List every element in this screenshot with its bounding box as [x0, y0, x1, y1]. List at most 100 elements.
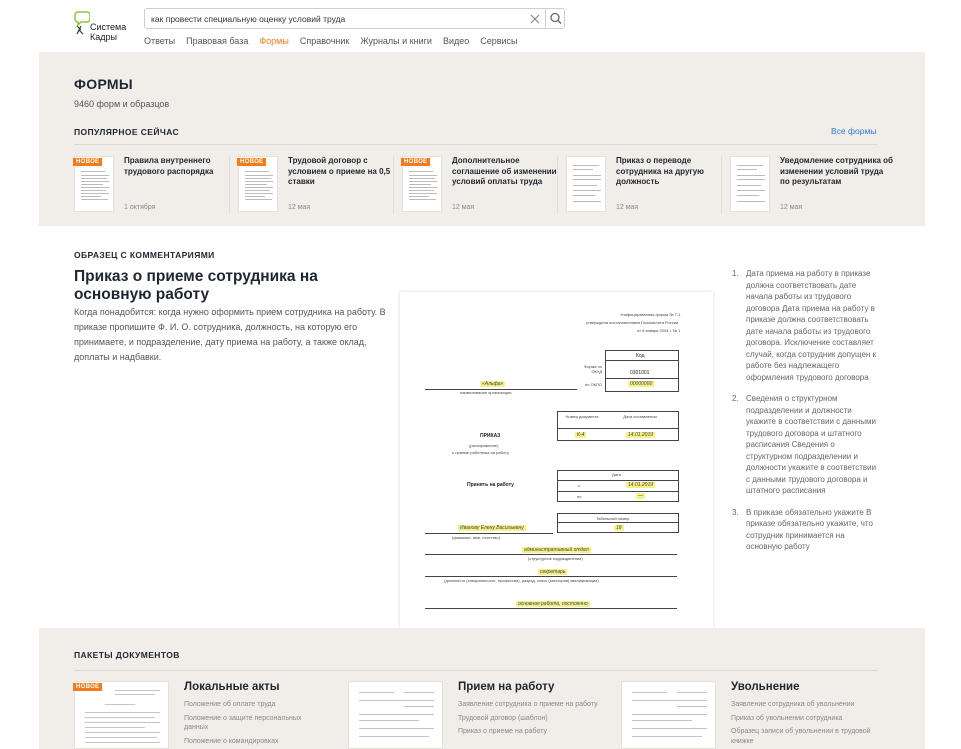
- packet-doc-link[interactable]: Положение о командировках: [184, 737, 324, 747]
- comment-text: В приказе обязательно укажите В приказе …: [746, 507, 873, 552]
- sample-label: ОБРАЗЕЦ С КОММЕНТАРИЯМИ: [74, 250, 215, 260]
- packet-doc-link[interactable]: Заявление сотрудника об увольнении: [731, 700, 871, 710]
- form-card[interactable]: НОВОЕ Правила внутреннего трудового расп…: [73, 156, 234, 214]
- org-caption: наименование организации: [460, 390, 512, 395]
- all-forms-link[interactable]: Все формы: [831, 126, 876, 136]
- to-label: по: [577, 494, 582, 499]
- logo-line-2: Кадры: [90, 32, 117, 42]
- divider: [74, 670, 877, 671]
- packet-doc-link[interactable]: Приказ о приеме на работу: [458, 727, 598, 737]
- tab-label: Табельный номер: [596, 516, 630, 521]
- packet-card[interactable]: Увольнение Заявление сотрудника об уволь…: [621, 681, 881, 749]
- form-line: [425, 576, 677, 577]
- packets-label: ПАКЕТЫ ДОКУМЕНТОВ: [74, 650, 180, 660]
- form-card[interactable]: НОВОЕ Трудовой договор с условием о прие…: [237, 156, 398, 214]
- nav-item-reference[interactable]: Справочник: [300, 35, 350, 49]
- search-button[interactable]: [545, 9, 565, 28]
- comment-text: Дата приема на работу в приказе должна с…: [746, 269, 877, 382]
- work-type: основная работа, постоянно: [516, 601, 590, 607]
- sample-title[interactable]: Приказ о приеме сотрудника на основную р…: [74, 268, 374, 304]
- nav-item-video[interactable]: Видео: [443, 35, 469, 49]
- logo[interactable]: Система Кадры: [74, 10, 134, 44]
- table-line: [557, 480, 679, 481]
- order-about: о приеме работника на работу: [452, 450, 509, 455]
- sample-description: Когда понадобится: когда нужно оформить …: [74, 307, 386, 362]
- doc-header-line: Унифицированная форма № Т-1: [620, 312, 681, 317]
- position: секретарь: [538, 569, 568, 575]
- doc-header-line: от 5 января 2004 г. № 1: [637, 328, 681, 333]
- comment-item: 3. В приказе обязательно укажите В прика…: [732, 507, 882, 553]
- table-line: [605, 360, 679, 361]
- packet-title[interactable]: Локальные акты: [184, 681, 280, 693]
- date-label: Дата: [612, 472, 621, 477]
- form-card[interactable]: Приказ о переводе сотрудника на другую д…: [566, 156, 726, 214]
- form-thumbnail: [730, 156, 770, 212]
- form-card-title[interactable]: Дополнительное соглашение об изменении у…: [452, 156, 567, 188]
- form-line: [425, 608, 677, 609]
- divider: [721, 156, 722, 214]
- packet-doc-link[interactable]: Образец записи об увольнении в трудовой …: [731, 727, 871, 746]
- page-title: ФОРМЫ: [74, 76, 133, 92]
- comment-text: Сведения о структурном подразделении и д…: [746, 394, 877, 495]
- close-icon[interactable]: [528, 12, 542, 26]
- comment-item: 1. Дата приема на работу в приказе должн…: [732, 268, 882, 383]
- comment-number: 2.: [732, 394, 739, 403]
- from-label: с: [578, 483, 580, 488]
- table-line: [557, 428, 679, 429]
- doc-date-label: Дата составления: [623, 414, 657, 419]
- packet-doc-link[interactable]: Положение об оплате труда: [184, 700, 324, 710]
- doc-date: 14.01.2019: [626, 432, 656, 438]
- packet-card[interactable]: Прием на работу Заявление сотрудника о п…: [348, 681, 608, 749]
- packet-title[interactable]: Увольнение: [731, 681, 800, 693]
- comment-number: 3.: [732, 507, 739, 517]
- doc-number-label: Номер документа: [565, 414, 599, 419]
- nav-item-answers[interactable]: Ответы: [144, 35, 175, 49]
- document-preview[interactable]: Унифицированная форма № Т-1 утверждена п…: [400, 292, 713, 628]
- form-card[interactable]: Уведомление сотрудника об изменении усло…: [730, 156, 893, 214]
- new-badge: НОВОЕ: [73, 683, 103, 691]
- form-card-title[interactable]: Трудовой договор с условием о приеме на …: [288, 156, 403, 188]
- packet-title[interactable]: Прием на работу: [458, 681, 554, 693]
- new-badge: НОВОЕ: [401, 158, 431, 166]
- new-badge: НОВОЕ: [73, 158, 103, 166]
- packet-doc-link[interactable]: Положение о защите персональных данных: [184, 714, 324, 733]
- packet-doc-list: Заявление сотрудника об увольнении Прика…: [731, 700, 871, 749]
- search-icon: [550, 12, 562, 24]
- divider: [393, 156, 394, 214]
- nav-item-forms[interactable]: Формы: [259, 35, 289, 53]
- form-card-date: 12 мая: [288, 204, 311, 211]
- okud-label: Форма по ОКУД: [584, 364, 602, 374]
- new-badge: НОВОЕ: [237, 158, 267, 166]
- okpo-value: 00000000: [628, 381, 655, 387]
- order-title: ПРИКАЗ: [480, 433, 501, 439]
- forms-count: 9460 форм и образцов: [74, 99, 170, 109]
- table-line: [557, 522, 679, 523]
- form-card[interactable]: НОВОЕ Дополнительное соглашение об измен…: [401, 156, 562, 214]
- form-card-title[interactable]: Уведомление сотрудника об изменении усло…: [780, 156, 895, 188]
- form-card-date: 12 мая: [452, 204, 475, 211]
- nav-item-services[interactable]: Сервисы: [480, 35, 517, 49]
- org-name: «Альфа»: [480, 381, 506, 387]
- doc-number: К-4: [575, 432, 587, 438]
- order-sub: (распоряжение): [469, 443, 499, 448]
- packet-thumbnail: [74, 681, 169, 749]
- logo-icon: [74, 11, 90, 35]
- nav-item-legal-base[interactable]: Правовая база: [186, 35, 248, 49]
- form-card-title[interactable]: Правила внутреннего трудового распорядка: [124, 156, 239, 177]
- packet-doc-link[interactable]: Заявление сотрудника о приеме на работу: [458, 700, 598, 710]
- search-input[interactable]: [151, 11, 521, 26]
- logo-line-1: Система: [90, 22, 127, 32]
- comment-item: 2. Сведения о структурном подразделении …: [732, 393, 882, 497]
- site-header: Система Кадры Ответы Правовая база Формы…: [0, 0, 961, 53]
- position-caption: (должность (специальность, профессия), р…: [444, 578, 599, 583]
- okud-value: 0301001: [630, 370, 650, 376]
- divider: [229, 156, 230, 214]
- packet-card[interactable]: НОВОЕ Локальные акты Положение об оплате…: [73, 681, 334, 749]
- department: административный отдел: [522, 547, 591, 553]
- nav-item-journals[interactable]: Журналы и книги: [360, 35, 432, 49]
- packet-doc-list: Положение об оплате труда Положение о за…: [184, 700, 324, 749]
- packet-doc-link[interactable]: Приказ об увольнении сотрудника: [731, 714, 871, 724]
- packet-doc-link[interactable]: Трудовой договор (шаблон): [458, 714, 598, 724]
- employee-name: Иванову Елену Васильевну: [458, 525, 526, 531]
- form-card-title[interactable]: Приказ о переводе сотрудника на другую д…: [616, 156, 731, 188]
